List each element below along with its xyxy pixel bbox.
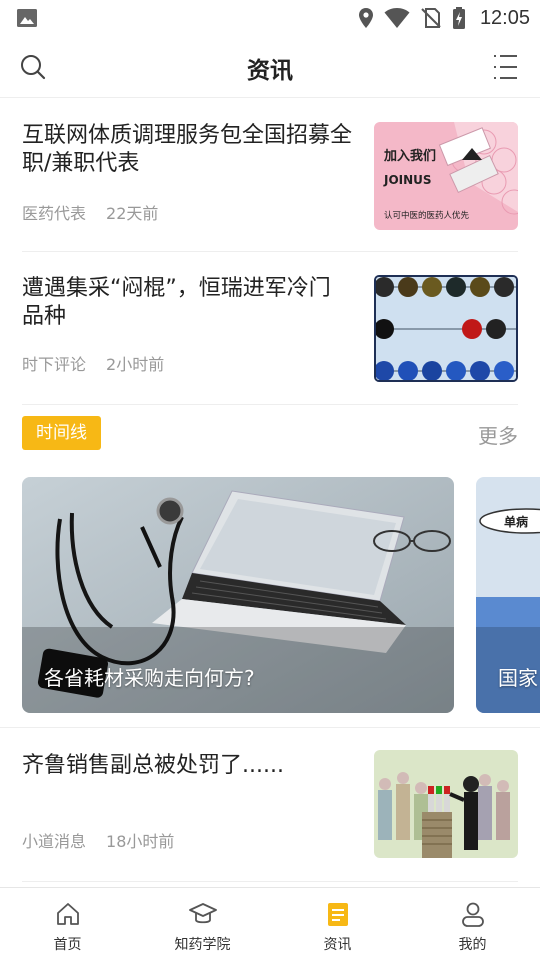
news-title: 齐鲁销售副总被处罚了...... — [22, 753, 284, 778]
news-item[interactable]: 遭遇集采“闷棍”，恒瑞进军冷门品种 时下评论 2小时前 — [22, 275, 518, 405]
card-caption: 国家 — [498, 666, 538, 690]
news-time: 2小时前 — [106, 355, 165, 374]
tab-profile[interactable]: 我的 — [405, 888, 540, 960]
news-source: 医药代表 — [22, 204, 87, 223]
battery-charging-icon — [452, 7, 465, 29]
tab-label: 资讯 — [323, 937, 352, 953]
tab-academy[interactable]: 知药学院 — [135, 888, 270, 960]
status-icons: 12:05 — [358, 6, 530, 30]
location-icon — [358, 8, 373, 28]
tab-label: 知药学院 — [174, 937, 231, 953]
news-thumbnail — [374, 275, 518, 382]
tab-label: 首页 — [53, 937, 82, 953]
news-meta: 小道消息 18小时前 — [22, 828, 174, 852]
news-source: 时下评论 — [22, 355, 87, 374]
news-meta: 时下评论 2小时前 — [22, 351, 164, 375]
status-time: 12:05 — [479, 6, 530, 29]
image-icon — [17, 9, 37, 27]
wifi-icon — [384, 8, 410, 28]
news-item[interactable]: 互联网体质调理服务包全国招募全职/兼职代表 医药代表 22天前 加入我们 JOIN… — [22, 122, 518, 252]
news-time: 22天前 — [106, 204, 159, 223]
bottom-tab-bar: 首页 知药学院 资讯 我的 — [0, 887, 540, 960]
thumb-text-line1: 加入我们 — [383, 148, 436, 164]
home-icon — [56, 903, 79, 925]
news-thumbnail — [374, 750, 518, 858]
news-meta: 医药代表 22天前 — [22, 200, 158, 224]
timeline-tag: 时间线 — [22, 416, 101, 450]
news-icon — [327, 903, 348, 926]
app-header: 资讯 — [0, 36, 540, 98]
news-item[interactable]: 齐鲁销售副总被处罚了...... 小道消息 18小时前 — [22, 750, 518, 882]
news-time: 18小时前 — [106, 832, 175, 851]
timeline-card[interactable]: 单病 国家 — [476, 477, 540, 713]
status-bar: 12:05 — [0, 0, 540, 36]
card-badge-text: 单病 — [504, 514, 528, 529]
tab-home[interactable]: 首页 — [0, 888, 135, 960]
menu-icon[interactable] — [490, 52, 520, 82]
section-divider — [0, 727, 540, 728]
thumb-text-line2: JOINUS — [383, 173, 432, 187]
graduation-cap-icon — [188, 903, 217, 924]
no-sim-icon — [421, 8, 441, 28]
news-title: 遭遇集采“闷棍”，恒瑞进军冷门品种 — [22, 276, 331, 329]
tab-label: 我的 — [458, 937, 487, 953]
news-source: 小道消息 — [22, 832, 87, 851]
tab-news[interactable]: 资讯 — [270, 888, 405, 960]
user-icon — [461, 902, 484, 927]
page-title: 资讯 — [247, 58, 293, 84]
news-thumbnail: 加入我们 JOINUS 认可中医的医药人优先 — [374, 122, 518, 230]
news-title: 互联网体质调理服务包全国招募全职/兼职代表 — [22, 123, 353, 176]
timeline-card[interactable]: 各省耗材采购走向何方? — [22, 477, 454, 713]
timeline-header: 时间线 更多 — [22, 416, 518, 452]
thumb-text-line3: 认可中医的医药人优先 — [384, 210, 470, 221]
card-caption: 各省耗材采购走向何方? — [44, 666, 255, 690]
more-link[interactable]: 更多 — [478, 420, 518, 449]
